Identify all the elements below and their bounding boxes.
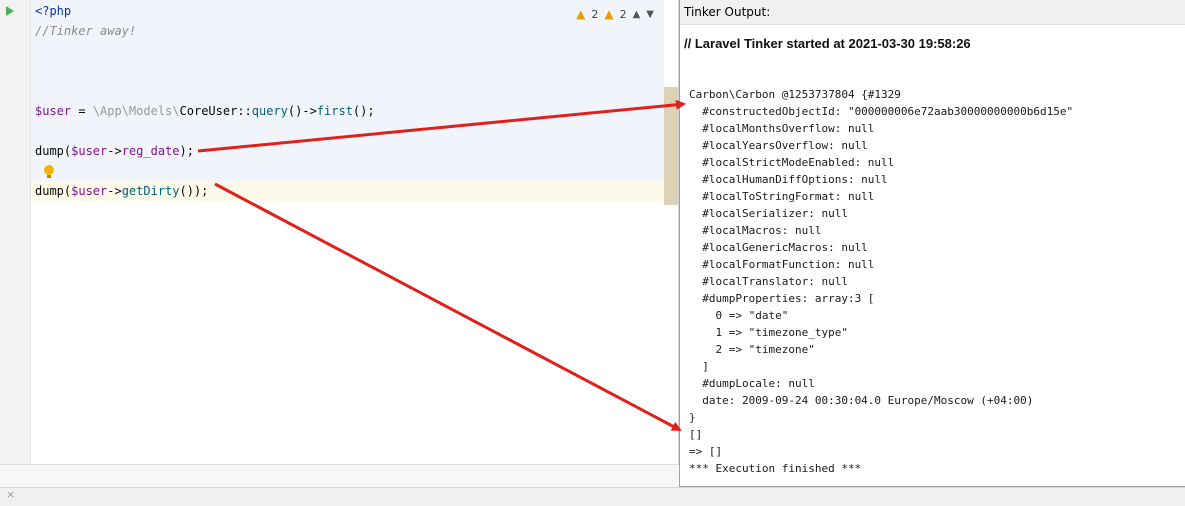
arrow-getdirty: [214, 182, 682, 432]
annotation-arrows: [197, 99, 686, 432]
arrow-reg-date: [197, 99, 686, 153]
